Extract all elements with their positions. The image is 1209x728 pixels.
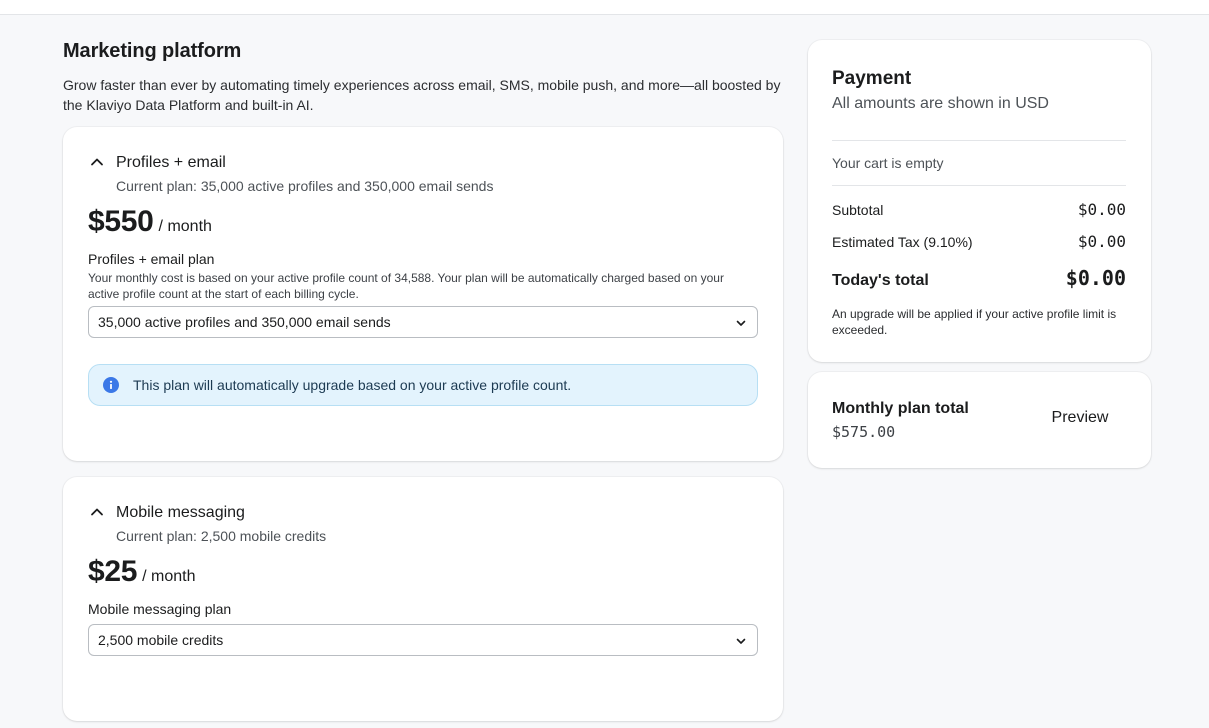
- plan-header: Mobile messaging Current plan: 2,500 mob…: [89, 503, 326, 545]
- info-banner: This plan will automatically upgrade bas…: [88, 364, 758, 406]
- plan-current: Current plan: 2,500 mobile credits: [116, 528, 327, 544]
- section-description: Grow faster than ever by automating time…: [63, 77, 781, 113]
- price-amount: $550: [88, 205, 154, 238]
- plan-price: $550 / month: [88, 205, 212, 239]
- select-value: 2,500 mobile credits: [98, 632, 224, 648]
- price-period: / month: [158, 218, 212, 235]
- mobile-messaging-card: Mobile messaging Current plan: 2,500 mob…: [63, 477, 783, 721]
- chevron-up-icon[interactable]: [89, 154, 105, 170]
- profiles-email-card: Profiles + email Current plan: 35,000 ac…: [63, 127, 783, 461]
- subtotal-label: Subtotal: [832, 202, 884, 218]
- plan-price: $25 / month: [88, 555, 196, 589]
- plan-field-help: Your monthly cost is based on your activ…: [88, 271, 724, 301]
- total-value: $0.00: [1065, 266, 1126, 290]
- info-icon: [103, 377, 119, 393]
- profiles-plan-select[interactable]: 35,000 active profiles and 350,000 email…: [88, 306, 758, 338]
- price-period: / month: [142, 568, 196, 585]
- marketing-section: Marketing platform Grow faster than ever…: [63, 40, 783, 115]
- divider: [832, 140, 1126, 141]
- subtotal-value: $0.00: [1077, 200, 1126, 219]
- plan-current: Current plan: 35,000 active profiles and…: [116, 178, 494, 194]
- cart-empty-text: Your cart is empty: [832, 155, 944, 171]
- select-value: 35,000 active profiles and 350,000 email…: [98, 314, 391, 330]
- tax-row: Estimated Tax (9.10%) $0.00: [832, 232, 1126, 251]
- upgrade-note: An upgrade will be applied if your activ…: [832, 307, 1117, 337]
- chevron-down-icon: [736, 638, 746, 644]
- monthly-total-value: $575.00: [832, 423, 896, 441]
- payment-title: Payment: [832, 68, 912, 89]
- section-title: Marketing platform: [63, 40, 242, 62]
- divider: [832, 185, 1126, 186]
- payment-subtitle: All amounts are shown in USD: [832, 95, 1049, 112]
- preview-button[interactable]: Preview: [1038, 402, 1122, 434]
- plan-header: Profiles + email Current plan: 35,000 ac…: [89, 153, 493, 195]
- tax-value: $0.00: [1077, 232, 1126, 251]
- plan-name: Mobile messaging: [116, 504, 245, 521]
- plan-name: Profiles + email: [116, 154, 226, 171]
- monthly-total-title: Monthly plan total: [832, 400, 969, 417]
- info-text: This plan will automatically upgrade bas…: [133, 377, 572, 393]
- total-label: Today's total: [832, 272, 929, 289]
- payment-card: Payment All amounts are shown in USD You…: [808, 40, 1151, 362]
- plan-field-label: Profiles + email plan: [88, 251, 215, 267]
- top-bar: [0, 0, 1209, 15]
- mobile-plan-select[interactable]: 2,500 mobile credits: [88, 624, 758, 656]
- price-amount: $25: [88, 555, 138, 588]
- tax-label: Estimated Tax (9.10%): [832, 234, 973, 250]
- subtotal-row: Subtotal $0.00: [832, 200, 1126, 219]
- monthly-total-card: Monthly plan total $575.00 Preview: [808, 372, 1151, 468]
- plan-field-label: Mobile messaging plan: [88, 601, 232, 617]
- total-row: Today's total $0.00: [832, 266, 1126, 290]
- chevron-up-icon[interactable]: [89, 504, 105, 520]
- chevron-down-icon: [736, 320, 746, 326]
